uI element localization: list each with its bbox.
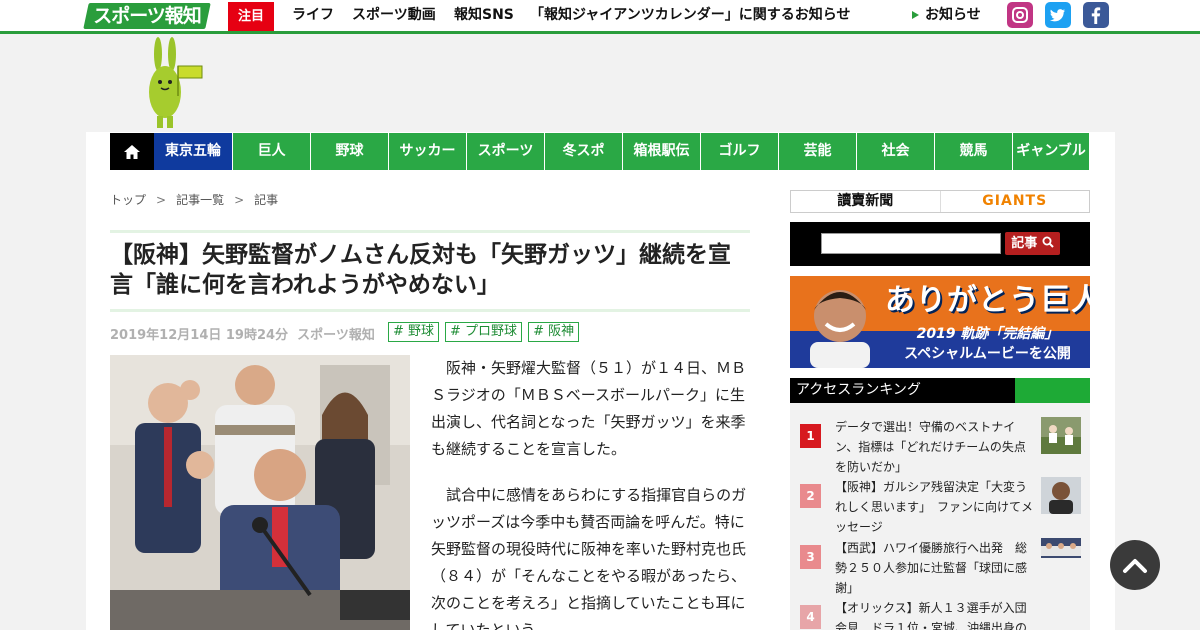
tag-pro-baseball[interactable]: # プロ野球 [445,322,523,342]
rank-number: 4 [800,605,821,629]
tag-baseball[interactable]: # 野球 [388,322,440,342]
ranking-item[interactable]: 4 【オリックス】新人１３選手が入団会見 ドラ１位・宮城、沖縄出身の [790,589,1090,630]
cat-society[interactable]: 社会 [856,133,934,170]
home-button[interactable] [110,133,154,170]
site-logo[interactable]: スポーツ報知 [83,3,211,29]
logo-text: スポーツ報知 [93,5,201,27]
twitter-icon[interactable] [1045,2,1071,28]
ranking-thumbnail [1041,538,1081,575]
ranking-list: 1 データで選出！守備のベストナイン、指標は「どれだけチームの失点を防いだか」 … [790,403,1090,630]
notice-label: お知らせ [925,7,981,23]
chevron-up-icon [1123,559,1147,573]
article-paragraph: 試合中に感情をあらわにする指揮官自らのガッツポーズは今季中も賛否両論を呼んだ。特… [431,486,747,630]
notice-link[interactable]: お知らせ [912,0,981,31]
cat-entertainment[interactable]: 芸能 [778,133,856,170]
hot-badge[interactable]: 注目 [228,2,274,31]
breadcrumb: トップ > 記事一覧 > 記事 [110,193,279,207]
category-nav: 東京五輪 巨人 野球 サッカー スポーツ 冬スポ 箱根駅伝 ゴルフ 芸能 社会 … [110,133,1089,170]
ranking-item[interactable]: 3 【西武】ハワイ優勝旅行へ出発 総勢２５０人参加に辻監督「球団に感謝」 [790,529,1090,595]
player-portrait [810,290,870,368]
article-tags: # 野球 # プロ野球 # 阪神 [388,322,580,342]
search-box: 記事 [790,222,1090,266]
instagram-icon[interactable] [1007,2,1033,28]
cat-hakone-ekiden[interactable]: 箱根駅伝 [622,133,700,170]
ranking-title: アクセスランキング [796,382,921,398]
home-icon [124,144,140,159]
giants-link[interactable]: GIANTS [941,191,1090,212]
facebook-icon[interactable] [1083,2,1109,28]
ranking-headline: 【オリックス】新人１３選手が入団会見 ドラ１位・宮城、沖縄出身の [835,601,1028,630]
ranking-thumbnail [1041,477,1081,514]
cat-tokyo-olympics[interactable]: 東京五輪 [154,133,232,170]
mascot-character [144,36,214,130]
cat-soccer[interactable]: サッカー [388,133,466,170]
partner-links: 讀賣新聞 GIANTS [790,190,1090,213]
article-body: 阪神・矢野燿大監督（５１）が１４日、ＭＢＳラジオの「ＭＢＳベースボールパーク」に… [431,355,749,630]
article-meta: 2019年12月14日 19時24分 スポーツ報知 [110,324,375,343]
nav-link-calendar-notice[interactable]: 「報知ジャイアンツカレンダー」に関するお知らせ [530,0,850,31]
cat-giants[interactable]: 巨人 [232,133,310,170]
search-button-label: 記事 [1011,236,1038,251]
ranking-item[interactable]: 1 データで選出！守備のベストナイン、指標は「どれだけチームの失点を防いだか」 [790,408,1090,474]
rank-number: 2 [800,484,821,508]
cat-gamble[interactable]: ギャンブル [1012,133,1089,170]
nav-link-sports-video[interactable]: スポーツ動画 [352,0,436,31]
search-input[interactable] [821,233,1001,254]
article-date: 2019年12月14日 19時24分 [110,328,289,343]
cat-horse-racing[interactable]: 競馬 [934,133,1012,170]
title-top-rule [110,230,750,233]
back-to-top-button[interactable] [1110,540,1160,590]
article-source: スポーツ報知 [297,328,375,343]
rank-number: 1 [800,424,821,448]
title-bottom-rule [110,309,750,312]
cat-baseball[interactable]: 野球 [310,133,388,170]
top-header: スポーツ報知 注目 ライフ スポーツ動画 報知SNS 「報知ジャイアンツカレンダ… [0,0,1200,34]
banner-caption: スペシャルムービーを公開 [904,346,1071,362]
breadcrumb-article-list[interactable]: 記事一覧 [176,193,224,207]
breadcrumb-top[interactable]: トップ [110,193,146,207]
ranking-item[interactable]: 2 【阪神】ガルシア残留決定「大変うれしく思います」 ファンに向けてメッセージ [790,468,1090,534]
tag-hanshin[interactable]: # 阪神 [528,322,580,342]
nav-link-hochi-sns[interactable]: 報知SNS [454,0,514,31]
cat-winter-sports[interactable]: 冬スポ [544,133,622,170]
ranking-header: アクセスランキング [790,378,1090,403]
rank-number: 3 [800,545,821,569]
cat-golf[interactable]: ゴルフ [700,133,778,170]
nav-link-life[interactable]: ライフ [292,0,334,31]
article-headline: 【阪神】矢野監督がノムさん反対も「矢野ガッツ」継続を宣言「誰に何を言われようがや… [110,242,731,298]
breadcrumb-current: 記事 [254,193,279,207]
cat-sports[interactable]: スポーツ [466,133,544,170]
article-paragraph: 阪神・矢野燿大監督（５１）が１４日、ＭＢＳラジオの「ＭＢＳベースボールパーク」に… [431,359,747,458]
triangle-right-icon [912,11,919,19]
giants-movie-banner[interactable]: ありがとう巨人 2019 軌跡「完結編」 スペシャルムービーを公開 [790,276,1090,368]
search-button[interactable]: 記事 [1005,232,1060,255]
yomiuri-online-link[interactable]: 讀賣新聞 [791,191,941,212]
article-photo [110,355,410,630]
search-icon [1042,236,1054,248]
banner-subtitle: 2019 軌跡「完結編」 [916,326,1059,342]
banner-title: ありがとう巨人 [885,283,1090,318]
ranking-thumbnail [1041,417,1081,454]
